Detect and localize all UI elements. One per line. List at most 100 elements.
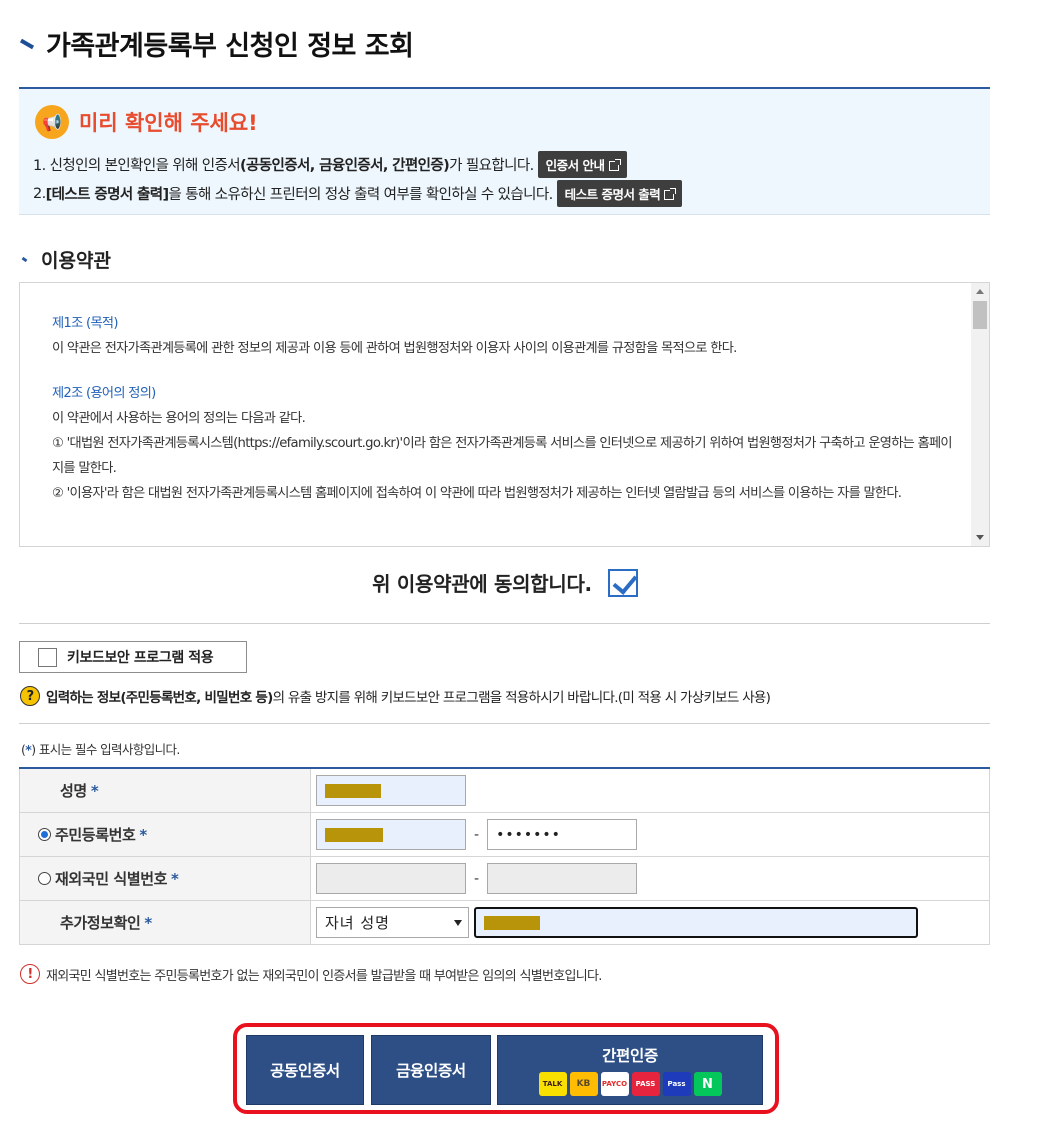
article-2-item-2: ② '이용자'라 함은 대법원 전자가족관계등록시스템 홈페이지에 접속하여 이… xyxy=(52,486,902,501)
rrn-label: 주민등록번호 * xyxy=(19,813,311,856)
simple-auth-button[interactable]: 간편인증 TALK KB PAYCO PASS Pass N xyxy=(497,1035,763,1105)
naver-icon: N xyxy=(693,1072,722,1096)
form-row-name: 성명 * xyxy=(19,769,990,813)
external-link-icon xyxy=(664,188,677,200)
terms-section-title: 이용약관 xyxy=(21,246,111,273)
extra-select-value: 자녀 성명 xyxy=(325,914,390,932)
rrn-label-text: 주민등록번호 xyxy=(55,826,136,844)
terms-section-label: 이용약관 xyxy=(41,250,111,272)
required-star: * xyxy=(90,781,99,800)
notice-line-2-prefix: 2. xyxy=(33,185,46,202)
cert-guide-button[interactable]: 인증서 안내 xyxy=(537,151,627,178)
agree-label: 위 이용약관에 동의합니다. xyxy=(372,572,592,596)
rrn-radio[interactable] xyxy=(38,828,51,841)
form-row-foreign: 재외국민 식별번호 * - xyxy=(19,857,990,901)
samsung-pass-icon: Pass xyxy=(662,1072,691,1096)
extra-label-text: 추가정보확인 xyxy=(60,914,141,932)
foreign-back-input[interactable] xyxy=(487,863,638,894)
foreign-dash: - xyxy=(474,870,480,887)
divider xyxy=(19,623,990,624)
scroll-up-icon[interactable] xyxy=(976,289,984,294)
brand-icons: TALK KB PAYCO PASS Pass N xyxy=(538,1072,722,1096)
extra-input[interactable] xyxy=(474,907,918,938)
scroll-down-icon[interactable] xyxy=(976,535,984,540)
foreign-radio[interactable] xyxy=(38,872,51,885)
extra-cell: 자녀 성명 xyxy=(311,901,990,944)
terms-box[interactable]: 제1조 (목적) 이 약관은 전자가족관계등록에 관한 정보의 제공과 이용 등… xyxy=(19,282,990,547)
name-label-text: 성명 xyxy=(60,782,87,800)
simple-auth-label: 간편인증 xyxy=(602,1047,658,1065)
form-row-extra: 추가정보확인 * 자녀 성명 xyxy=(19,901,990,945)
cert-guide-label: 인증서 안내 xyxy=(545,158,605,173)
rrn-back-value: ••••••• xyxy=(496,826,561,843)
question-icon: ? xyxy=(20,686,40,706)
joint-cert-label: 공동인증서 xyxy=(270,1062,340,1080)
notice-title: 미리 확인해 주세요! xyxy=(79,111,258,135)
name-cell xyxy=(311,769,990,812)
rrn-dash: - xyxy=(474,826,480,843)
foreign-label-text: 재외국민 식별번호 xyxy=(55,870,168,888)
notice-box: 📢 미리 확인해 주세요! 1. 신청인의 본인확인을 위해 인증서 (공동인증서… xyxy=(19,87,990,215)
foreign-id-note-text: 재외국민 식별번호는 주민등록번호가 없는 재외국민이 인증서를 발급받을 때 … xyxy=(46,968,602,984)
name-label: 성명 * xyxy=(19,769,311,812)
rrn-back-input[interactable]: ••••••• xyxy=(487,819,638,850)
redacted-value xyxy=(325,827,383,842)
rrn-front-input[interactable] xyxy=(316,819,466,850)
payco-icon: PAYCO xyxy=(600,1072,629,1096)
notice-line-2-suffix: 을 통해 소유하신 프린터의 정상 출력 여부를 확인하실 수 있습니다. xyxy=(168,187,554,203)
keyboard-security-checkbox[interactable] xyxy=(38,647,57,667)
scroll-thumb[interactable] xyxy=(973,301,987,329)
notice-line-1-prefix: 1. 신청인의 본인확인을 위해 인증서 xyxy=(33,158,241,174)
notice-line-1: 1. 신청인의 본인확인을 위해 인증서 (공동인증서, 금융인증서, 간편인증)… xyxy=(33,151,627,178)
notice-line-2: 2. [테스트 증명서 출력] 을 통해 소유하신 프린터의 정상 출력 여부를 확… xyxy=(33,180,683,207)
article-1-title: 제1조 (목적) xyxy=(52,316,119,331)
keyboard-note: ? 입력하는 정보(주민등록번호, 비밀번호 등) 의 유출 방지를 위해 키보드… xyxy=(20,686,771,706)
page-title: 가족관계등록부 신청인 정보 조회 xyxy=(19,24,414,63)
dropdown-arrow-icon xyxy=(454,919,462,926)
auth-highlight-frame: 공동인증서 금융인증서 간편인증 TALK KB PAYCO PASS Pass… xyxy=(233,1023,779,1114)
joint-cert-button[interactable]: 공동인증서 xyxy=(246,1035,364,1105)
exclamation-icon: ! xyxy=(20,964,40,984)
redacted-value xyxy=(484,915,540,930)
foreign-id-note: ! 재외국민 식별번호는 주민등록번호가 없는 재외국민이 인증서를 발급받을 … xyxy=(20,964,602,984)
applicant-form: 성명 * 주민등록번호 * - ••••••• 재외국민 식별번호 * - 추가… xyxy=(19,767,990,945)
required-note-text: ) 표시는 필수 입력사항입니다. xyxy=(31,742,180,757)
test-print-label: 테스트 증명서 출력 xyxy=(564,187,661,202)
keyboard-note-text: 의 유출 방지를 위해 키보드보안 프로그램을 적용하시기 바랍니다.(미 적용… xyxy=(272,690,771,706)
kb-icon: KB xyxy=(569,1072,598,1096)
article-2-item-1: ① '대법원 전자가족관계등록시스템(https://efamily.scour… xyxy=(52,436,953,476)
notice-line-1-bold: (공동인증서, 금융인증서, 간편인증) xyxy=(240,158,450,174)
agree-checkbox[interactable] xyxy=(607,568,638,597)
form-row-rrn: 주민등록번호 * - ••••••• xyxy=(19,813,990,857)
required-star: * xyxy=(171,869,179,888)
terms-scrollbar[interactable] xyxy=(971,283,989,546)
required-star: * xyxy=(139,825,147,844)
title-marker-icon xyxy=(19,38,35,49)
notice-line-2-bold: [테스트 증명서 출력] xyxy=(45,187,169,203)
financial-cert-label: 금융인증서 xyxy=(396,1062,466,1080)
article-2-title: 제2조 (용어의 정의) xyxy=(52,386,156,401)
name-input[interactable] xyxy=(316,775,466,806)
pass-icon: PASS xyxy=(631,1072,660,1096)
keyboard-security-button[interactable]: 키보드보안 프로그램 적용 xyxy=(19,641,247,673)
page-title-text: 가족관계등록부 신청인 정보 조회 xyxy=(46,31,414,62)
section-marker-icon xyxy=(21,256,28,263)
megaphone-icon: 📢 xyxy=(35,105,69,139)
financial-cert-button[interactable]: 금융인증서 xyxy=(371,1035,491,1105)
redacted-value xyxy=(325,783,381,798)
article-2-intro: 이 약관에서 사용하는 용어의 정의는 다음과 같다. xyxy=(52,411,306,426)
required-star: * xyxy=(144,913,152,932)
test-print-button[interactable]: 테스트 증명서 출력 xyxy=(556,180,683,207)
agree-row: 위 이용약관에 동의합니다. xyxy=(0,568,1010,597)
foreign-label: 재외국민 식별번호 * xyxy=(19,857,311,900)
extra-select[interactable]: 자녀 성명 xyxy=(316,907,469,938)
notice-line-1-suffix: 가 필요합니다. xyxy=(449,158,534,174)
notice-header: 📢 미리 확인해 주세요! xyxy=(35,105,258,139)
extra-label: 추가정보확인 * xyxy=(19,901,311,944)
required-note: (*) 표시는 필수 입력사항입니다. xyxy=(21,739,180,758)
foreign-front-input[interactable] xyxy=(316,863,466,894)
kakao-icon: TALK xyxy=(538,1072,567,1096)
foreign-cell: - xyxy=(311,857,990,900)
terms-content: 제1조 (목적) 이 약관은 전자가족관계등록에 관한 정보의 제공과 이용 등… xyxy=(52,311,953,506)
keyboard-note-bold: 입력하는 정보(주민등록번호, 비밀번호 등) xyxy=(46,690,273,706)
